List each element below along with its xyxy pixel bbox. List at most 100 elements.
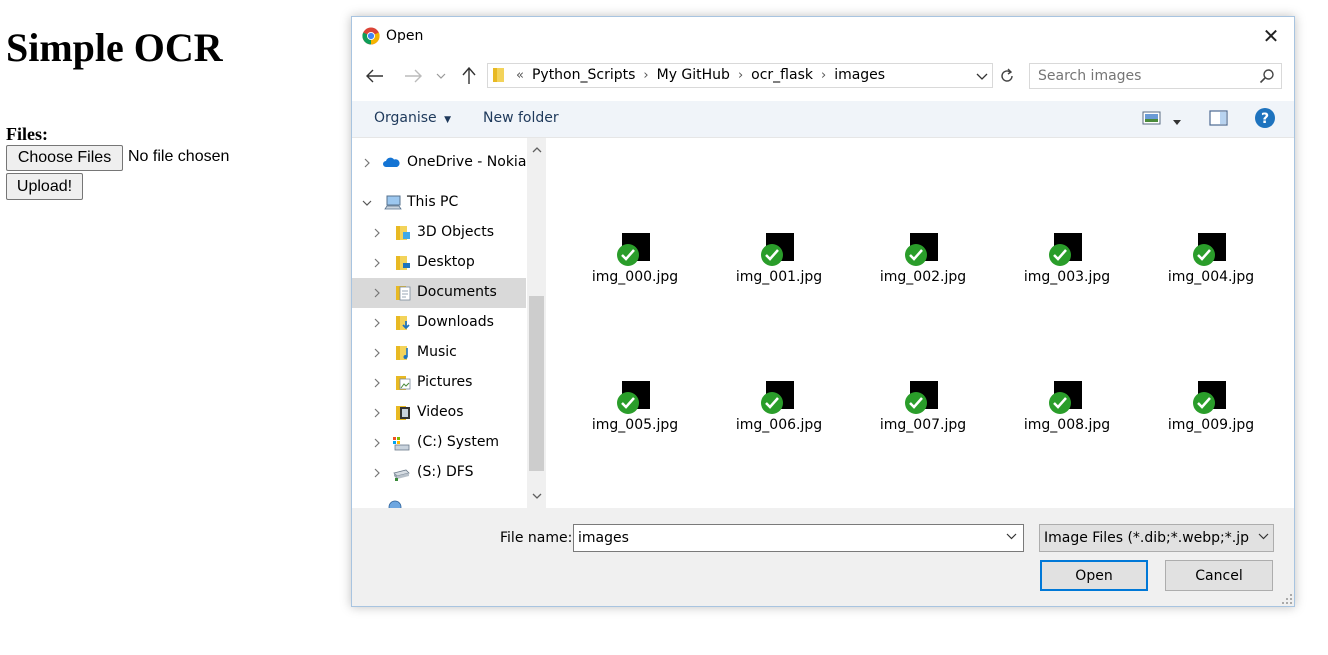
nav-item-label: This PC — [407, 194, 459, 210]
file-item[interactable]: img_003.jpg — [1002, 233, 1132, 303]
nav-item-label: Documents — [417, 284, 497, 300]
nav-pane-scrollbar[interactable] — [527, 138, 546, 508]
chevron-right-icon[interactable] — [372, 288, 382, 298]
organise-label: Organise — [374, 110, 437, 126]
organise-menu[interactable]: Organise ▼ — [374, 110, 451, 126]
computer-icon — [384, 195, 402, 210]
chevron-right-icon[interactable] — [372, 258, 382, 268]
view-options-caret-icon[interactable] — [1172, 113, 1182, 131]
folder-3d-icon — [396, 226, 410, 240]
nav-item-desktop[interactable]: Desktop — [352, 248, 526, 278]
search-input[interactable] — [1038, 67, 1243, 85]
breadcrumb: « Python_Scripts › My GitHub › ocr_flask… — [516, 67, 885, 83]
file-item[interactable]: img_008.jpg — [1002, 381, 1132, 451]
file-item[interactable]: img_001.jpg — [714, 233, 844, 303]
breadcrumb-item[interactable]: Python_Scripts — [532, 67, 635, 83]
breadcrumb-separator-icon[interactable]: › — [738, 68, 743, 83]
file-type-select[interactable]: Image Files (*.dib;*.webp;*.jpeg; — [1039, 524, 1274, 552]
file-item[interactable]: img_005.jpg — [570, 381, 700, 451]
file-name-input[interactable] — [578, 530, 998, 546]
scrollbar-thumb[interactable] — [529, 296, 544, 471]
scroll-down-icon[interactable] — [529, 488, 544, 504]
file-name: img_005.jpg — [591, 417, 679, 433]
sync-check-icon — [905, 244, 927, 266]
breadcrumb-item[interactable]: ocr_flask — [751, 67, 813, 83]
chevron-right-icon[interactable] — [372, 348, 382, 358]
nav-item-onedrive[interactable]: OneDrive - Nokia — [352, 148, 526, 178]
file-item[interactable]: img_000.jpg — [570, 233, 700, 303]
nav-item-c-drive[interactable]: (C:) System — [352, 428, 526, 458]
address-bar[interactable]: « Python_Scripts › My GitHub › ocr_flask… — [487, 63, 993, 88]
chevron-down-icon[interactable] — [362, 198, 372, 208]
refresh-icon[interactable] — [995, 63, 1019, 88]
folder-desktop-icon — [396, 256, 410, 270]
nav-item-music[interactable]: Music — [352, 338, 526, 368]
nav-item-this-pc[interactable]: This PC — [352, 188, 526, 218]
file-item[interactable]: img_009.jpg — [1146, 381, 1276, 451]
close-icon[interactable]: ✕ — [1258, 23, 1284, 49]
file-name: img_009.jpg — [1167, 417, 1255, 433]
file-item[interactable]: img_006.jpg — [714, 381, 844, 451]
choose-files-button[interactable]: Choose Files — [6, 145, 123, 171]
file-type-value: Image Files (*.dib;*.webp;*.jpeg; — [1044, 530, 1249, 546]
nav-item-network[interactable] — [352, 494, 526, 508]
back-arrow-icon[interactable] — [364, 65, 386, 87]
nav-item-videos[interactable]: Videos — [352, 398, 526, 428]
resize-grip-icon[interactable] — [1282, 594, 1292, 604]
chevron-right-icon[interactable] — [372, 468, 382, 478]
folder-documents-icon — [396, 286, 411, 301]
change-view-icon[interactable] — [1142, 109, 1162, 132]
upload-button[interactable]: Upload! — [6, 173, 83, 200]
address-dropdown-chevron-icon[interactable] — [976, 66, 988, 89]
nav-item-label: Downloads — [417, 314, 494, 330]
command-toolbar: Organise ▼ New folder ? — [352, 101, 1294, 138]
breadcrumb-item[interactable]: My GitHub — [657, 67, 730, 83]
file-name: img_008.jpg — [1023, 417, 1111, 433]
recent-locations-chevron-icon[interactable] — [430, 65, 452, 87]
nav-item-s-drive[interactable]: (S:) DFS — [352, 458, 526, 488]
nav-item-documents[interactable]: Documents — [352, 278, 526, 308]
nav-item-pictures[interactable]: Pictures — [352, 368, 526, 398]
nav-item-3d-objects[interactable]: 3D Objects — [352, 218, 526, 248]
search-icon[interactable] — [1259, 68, 1275, 84]
file-item[interactable]: img_007.jpg — [858, 381, 988, 451]
chevron-right-icon[interactable] — [372, 318, 382, 328]
cancel-button[interactable]: Cancel — [1165, 560, 1273, 591]
sync-check-icon — [761, 244, 783, 266]
up-arrow-icon[interactable] — [458, 65, 480, 87]
breadcrumb-overflow[interactable]: « — [516, 68, 524, 83]
forward-arrow-icon[interactable] — [402, 65, 424, 87]
new-folder-button[interactable]: New folder — [483, 110, 559, 126]
chevron-right-icon[interactable] — [372, 408, 382, 418]
breadcrumb-item[interactable]: images — [834, 67, 885, 83]
chevron-right-icon[interactable] — [372, 228, 382, 238]
open-file-dialog: Open ✕ « Python_Scripts › My GitHub › oc… — [351, 16, 1295, 607]
preview-pane-icon[interactable] — [1209, 109, 1229, 132]
open-button[interactable]: Open — [1040, 560, 1148, 591]
sync-check-icon — [617, 244, 639, 266]
sync-check-icon — [1049, 392, 1071, 414]
dialog-title: Open — [386, 28, 424, 44]
files-label: Files: — [6, 124, 48, 144]
drive-c-icon — [393, 437, 410, 451]
search-box[interactable] — [1029, 63, 1282, 89]
file-item[interactable]: img_004.jpg — [1146, 233, 1276, 303]
breadcrumb-separator-icon[interactable]: › — [643, 68, 648, 83]
svg-text:?: ? — [1261, 111, 1269, 127]
help-icon[interactable]: ? — [1254, 107, 1276, 134]
breadcrumb-separator-icon[interactable]: › — [821, 68, 826, 83]
chevron-right-icon[interactable] — [362, 158, 372, 168]
file-name-combobox[interactable] — [573, 524, 1024, 552]
nav-item-downloads[interactable]: Downloads — [352, 308, 526, 338]
scroll-up-icon[interactable] — [529, 142, 544, 158]
sync-check-icon — [905, 392, 927, 414]
chevron-right-icon[interactable] — [372, 438, 382, 448]
chevron-right-icon[interactable] — [372, 378, 382, 388]
file-name-label: File name: — [500, 530, 573, 546]
file-item[interactable]: img_002.jpg — [858, 233, 988, 303]
file-name: img_006.jpg — [735, 417, 823, 433]
nav-item-label: 3D Objects — [417, 224, 495, 240]
sync-check-icon — [1049, 244, 1071, 266]
chevron-down-icon[interactable] — [1006, 531, 1017, 543]
nav-item-label: Music — [417, 344, 457, 360]
